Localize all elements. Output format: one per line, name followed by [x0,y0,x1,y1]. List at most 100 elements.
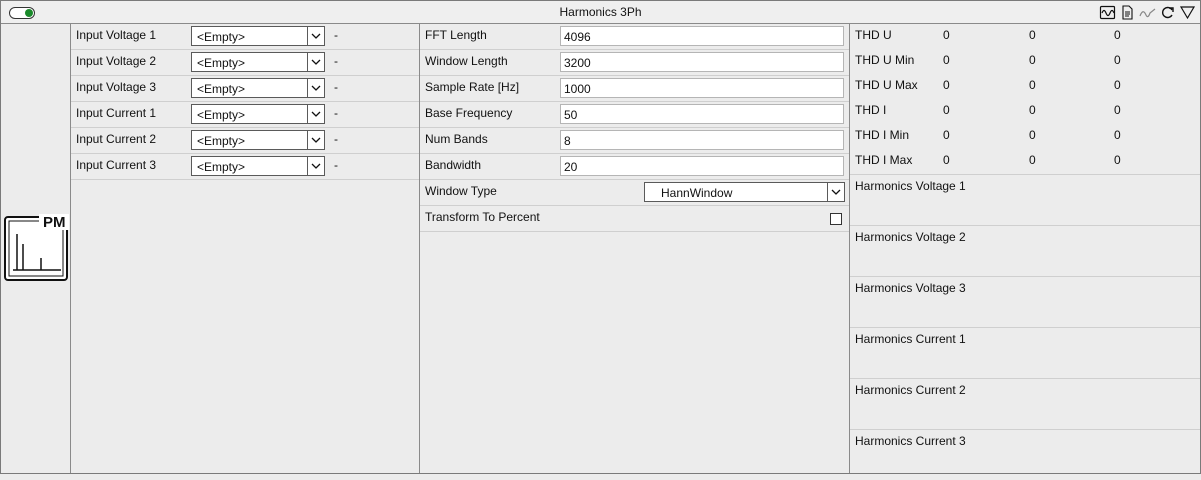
input-row: Input Current 3 <Empty> - [71,154,419,180]
input-label: Input Current 2 [76,132,157,146]
thd-row: THD U 0 0 0 [850,24,1200,49]
title-bar: Harmonics 3Ph [1,1,1200,24]
input-label: Input Voltage 2 [76,54,157,68]
thd-label: THD I [855,103,887,117]
transform-checkbox[interactable] [830,213,842,225]
inputs-panel: Input Voltage 1 <Empty> - Input Voltage … [71,24,420,473]
chevron-down-icon[interactable] [827,183,844,201]
input-select[interactable]: <Empty> [191,78,325,98]
harmonics-row: Harmonics Current 2 [850,379,1200,430]
document-icon[interactable] [1119,4,1136,21]
input-status: - [334,132,338,146]
window-title: Harmonics 3Ph [559,5,642,19]
thd-value: 0 [1029,28,1036,42]
collapse-icon[interactable] [1179,4,1196,21]
harmonics-row: Harmonics Voltage 3 [850,277,1200,328]
input-label: Input Voltage 3 [76,80,157,94]
harmonics-label: Harmonics Voltage 2 [855,230,966,244]
input-row: Input Voltage 1 <Empty> - [71,24,419,50]
thd-row: THD U Max 0 0 0 [850,74,1200,99]
thd-value: 0 [1029,128,1036,142]
harmonics-row: Harmonics Current 3 [850,430,1200,480]
harmonics-label: Harmonics Voltage 1 [855,179,966,193]
input-select-value: <Empty> [197,82,246,96]
outputs-panel: THD U 0 0 0 THD U Min 0 0 0 THD U Max 0 … [850,24,1200,473]
harmonics-row: Harmonics Current 1 [850,328,1200,379]
block-icon-panel: PM [1,24,71,473]
input-select[interactable]: <Empty> [191,156,325,176]
thd-value: 0 [1114,28,1121,42]
param-row: Window Length 3200 [420,50,849,76]
param-row: Sample Rate [Hz] 1000 [420,76,849,102]
input-select[interactable]: <Empty> [191,130,325,150]
chevron-down-icon[interactable] [307,131,324,149]
input-status: - [334,158,338,172]
refresh-icon[interactable] [1159,4,1176,21]
thd-row: THD I Min 0 0 0 [850,124,1200,149]
param-input[interactable]: 50 [560,104,844,124]
input-select-value: <Empty> [197,56,246,70]
parameters-panel: FFT Length 4096 Window Length 3200 Sampl… [420,24,850,473]
thd-row: THD I 0 0 0 [850,99,1200,124]
param-row: Bandwidth 20 [420,154,849,180]
harmonics-label: Harmonics Current 1 [855,332,966,346]
thd-value: 0 [1114,53,1121,67]
harmonics-label: Harmonics Current 2 [855,383,966,397]
input-label: Input Voltage 1 [76,28,157,42]
param-row: Num Bands 8 [420,128,849,154]
signal-icon[interactable] [1139,4,1156,21]
param-label: Sample Rate [Hz] [425,80,520,94]
thd-value: 0 [943,78,950,92]
chevron-down-icon[interactable] [307,157,324,175]
thd-value: 0 [1114,78,1121,92]
thd-label: THD U Min [855,53,915,67]
param-input[interactable]: 3200 [560,52,844,72]
param-label: Bandwidth [425,158,482,172]
param-row: Base Frequency 50 [420,102,849,128]
input-row: Input Current 2 <Empty> - [71,128,419,154]
harmonics-label: Harmonics Voltage 3 [855,281,966,295]
power-meter-icon: PM [4,214,69,281]
chevron-down-icon[interactable] [307,105,324,123]
param-label: Window Length [425,54,508,68]
input-select[interactable]: <Empty> [191,104,325,124]
thd-value: 0 [943,103,950,117]
chevron-down-icon[interactable] [307,53,324,71]
param-input[interactable]: 8 [560,130,844,150]
harmonics-row: Harmonics Voltage 1 [850,175,1200,226]
block-icon-text: PM [43,214,66,231]
input-status: - [334,54,338,68]
input-select[interactable]: <Empty> [191,26,325,46]
param-label: FFT Length [425,28,487,42]
input-label: Input Current 1 [76,106,157,120]
param-label: Num Bands [425,132,488,146]
chevron-down-icon[interactable] [307,79,324,97]
window-type-label: Window Type [425,184,497,198]
input-status: - [334,80,338,94]
input-row: Input Current 1 <Empty> - [71,102,419,128]
param-input[interactable]: 1000 [560,78,844,98]
thd-label: THD U Max [855,78,918,92]
transform-row: Transform To Percent [420,206,849,232]
input-label: Input Current 3 [76,158,157,172]
window-type-row: Window Type HannWindow [420,180,849,206]
param-label: Base Frequency [425,106,513,120]
thd-row: THD U Min 0 0 0 [850,49,1200,74]
param-input[interactable]: 4096 [560,26,844,46]
waveform-icon[interactable] [1099,4,1116,21]
input-status: - [334,106,338,120]
input-select-value: <Empty> [197,134,246,148]
window-type-select[interactable]: HannWindow [644,182,845,202]
input-status: - [334,28,338,42]
harmonics-window: Harmonics 3Ph PM Input Voltage 1 <Empty>… [0,0,1201,474]
thd-value: 0 [1114,153,1121,167]
input-row: Input Voltage 3 <Empty> - [71,76,419,102]
thd-value: 0 [1029,103,1036,117]
input-select-value: <Empty> [197,108,246,122]
chevron-down-icon[interactable] [307,27,324,45]
input-select[interactable]: <Empty> [191,52,325,72]
thd-label: THD I Max [855,153,913,167]
thd-value: 0 [1029,153,1036,167]
harmonics-label: Harmonics Current 3 [855,434,966,448]
param-input[interactable]: 20 [560,156,844,176]
